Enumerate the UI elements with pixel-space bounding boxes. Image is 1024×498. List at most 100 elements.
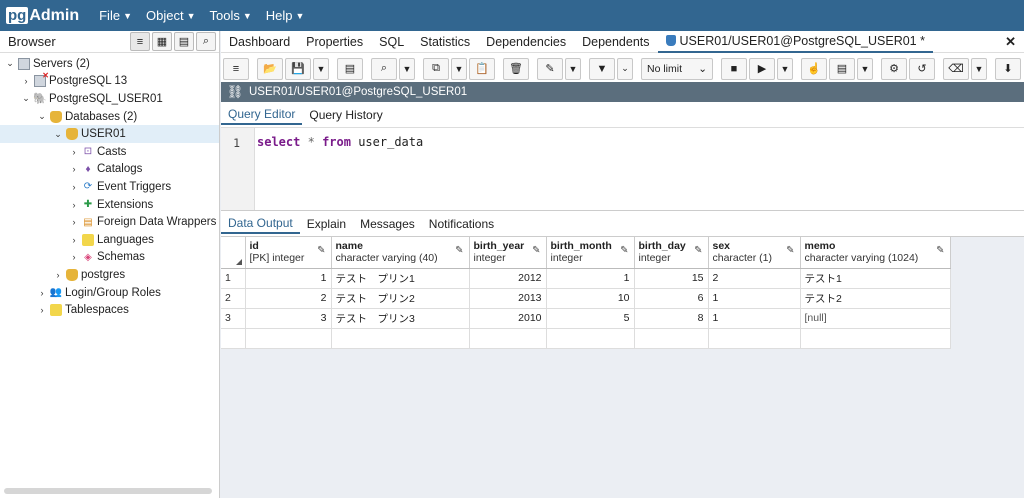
cell-birth-day[interactable]: 8 (634, 308, 709, 329)
cell-id[interactable]: 3 (245, 308, 332, 329)
tree-node-login-roles[interactable]: › 👥 Login/Group Roles (0, 284, 219, 302)
tab-dashboard[interactable]: Dashboard (221, 31, 298, 53)
tree-node-event-triggers[interactable]: › ⟳ Event Triggers (0, 178, 219, 196)
chevron-right-icon[interactable]: › (68, 235, 80, 245)
cell-birth-month[interactable]: 10 (546, 288, 635, 309)
tab-data-output[interactable]: Data Output (221, 213, 300, 234)
tab-query-editor[interactable]: Query Editor (221, 104, 303, 125)
close-icon[interactable]: ✕ (1005, 34, 1016, 50)
save-dropdown[interactable]: ▼ (313, 57, 329, 80)
chevron-down-icon[interactable]: ⌄ (36, 111, 48, 122)
cell-sex[interactable]: 1 (708, 288, 801, 309)
search-objects-button[interactable]: ⌕ (196, 32, 216, 51)
clear-button[interactable]: ⌫ (943, 57, 969, 80)
cell-sex[interactable]: 1 (708, 308, 801, 329)
cell-id[interactable]: 1 (245, 268, 332, 289)
empty-cell[interactable] (469, 328, 547, 349)
cell-memo[interactable]: テスト1 (800, 268, 951, 289)
tab-query-tool[interactable]: USER01/USER01@PostgreSQL_USER01 * (657, 31, 933, 53)
rollback-button[interactable]: ↺ (909, 57, 935, 80)
edit-grid-button[interactable]: ▤ (337, 57, 363, 80)
cell-birth-year[interactable]: 2013 (469, 288, 547, 309)
chevron-right-icon[interactable]: › (68, 252, 80, 262)
column-header-birth-month[interactable]: birth_month integer ✎ (546, 237, 635, 269)
query-tool-button[interactable]: ≡ (130, 32, 150, 51)
tree-node-postgres[interactable]: › postgres (0, 266, 219, 284)
tree-node-postgresql-user01[interactable]: ⌄ 🐘 PostgreSQL_USER01 (0, 90, 219, 108)
chevron-right-icon[interactable]: › (20, 76, 32, 86)
find-button[interactable]: ⌕ (371, 57, 397, 80)
explain-analyze-button[interactable]: ▤ (829, 57, 855, 80)
tree-node-schemas[interactable]: › ◈ Schemas (0, 249, 219, 267)
cell-birth-year[interactable]: 2012 (469, 268, 547, 289)
tree-node-extensions[interactable]: › ✚ Extensions (0, 196, 219, 214)
chevron-right-icon[interactable]: › (52, 270, 64, 280)
chevron-right-icon[interactable]: › (68, 217, 80, 227)
cell-id[interactable]: 2 (245, 288, 332, 309)
cell-sex[interactable]: 2 (708, 268, 801, 289)
empty-cell[interactable] (708, 328, 801, 349)
chevron-right-icon[interactable]: › (36, 305, 48, 315)
tree-node-casts[interactable]: › ⊡ Casts (0, 143, 219, 161)
chevron-right-icon[interactable]: › (68, 147, 80, 157)
empty-cell[interactable] (634, 328, 709, 349)
sql-code[interactable]: select * from user_data (255, 128, 423, 210)
delete-button[interactable]: 🗑 (503, 57, 529, 80)
cell-name[interactable]: テスト プリン2 (331, 288, 470, 309)
chevron-right-icon[interactable]: › (68, 182, 80, 192)
tab-statistics[interactable]: Statistics (412, 31, 478, 53)
save-button[interactable]: 💾 (285, 57, 311, 80)
select-all-corner[interactable] (221, 237, 246, 269)
tree-node-fdw[interactable]: › ▤ Foreign Data Wrappers (0, 213, 219, 231)
tree-node-user01[interactable]: ⌄ USER01 (0, 125, 219, 143)
cell-birth-month[interactable]: 5 (546, 308, 635, 329)
tab-dependencies[interactable]: Dependencies (478, 31, 574, 53)
empty-cell[interactable] (800, 328, 951, 349)
cell-name[interactable]: テスト プリン3 (331, 308, 470, 329)
column-header-id[interactable]: id [PK] integer ✎ (245, 237, 332, 269)
execute-button[interactable]: ▶ (749, 57, 775, 80)
row-limit-select[interactable]: No limit ⌄ (641, 57, 713, 80)
sql-editor[interactable]: 1 select * from user_data (221, 127, 1024, 211)
tab-notifications[interactable]: Notifications (422, 213, 501, 234)
explain-dropdown[interactable]: ▼ (857, 57, 873, 80)
download-button[interactable]: ⬇ (995, 57, 1021, 80)
copy-button[interactable]: ⧉ (423, 57, 449, 80)
tab-query-history[interactable]: Query History (302, 104, 389, 125)
find-dropdown[interactable]: ▼ (399, 57, 415, 80)
column-header-memo[interactable]: memo character varying (1024) ✎ (800, 237, 951, 269)
column-header-birth-year[interactable]: birth_year integer ✎ (469, 237, 547, 269)
chevron-right-icon[interactable]: › (68, 200, 80, 210)
cell-birth-day[interactable]: 6 (634, 288, 709, 309)
row-number[interactable]: 1 (221, 268, 246, 289)
tab-dependents[interactable]: Dependents (574, 31, 657, 53)
empty-cell[interactable] (221, 328, 246, 349)
tab-properties[interactable]: Properties (298, 31, 371, 53)
column-header-name[interactable]: name character varying (40) ✎ (331, 237, 470, 269)
paste-button[interactable]: 📋 (469, 57, 495, 80)
chevron-right-icon[interactable]: › (68, 164, 80, 174)
stop-button[interactable]: ■ (721, 57, 747, 80)
menu-tools[interactable]: Tools ▼ (209, 8, 251, 23)
tab-sql[interactable]: SQL (371, 31, 412, 53)
chevron-down-icon[interactable]: ⌄ (20, 93, 32, 104)
explain-button[interactable]: ☝ (801, 57, 827, 80)
execute-dropdown[interactable]: ▼ (777, 57, 793, 80)
chevron-down-icon[interactable]: ⌄ (4, 58, 16, 69)
chevron-right-icon[interactable]: › (36, 288, 48, 298)
cell-memo[interactable]: テスト2 (800, 288, 951, 309)
cell-memo[interactable]: [null] (800, 308, 951, 329)
tree-node-servers[interactable]: ⌄ Servers (2) (0, 55, 219, 73)
pgadmin-logo[interactable]: pg Admin (6, 7, 79, 25)
column-header-birth-day[interactable]: birth_day integer ✎ (634, 237, 709, 269)
filtered-rows-button[interactable]: ▤ (174, 32, 194, 51)
cell-birth-month[interactable]: 1 (546, 268, 635, 289)
column-header-sex[interactable]: sex character (1) ✎ (708, 237, 801, 269)
menu-object[interactable]: Object ▼ (146, 8, 196, 23)
empty-cell[interactable] (546, 328, 635, 349)
link-icon[interactable]: ⛓ (221, 84, 249, 100)
menu-help[interactable]: Help ▼ (266, 8, 305, 23)
empty-cell[interactable] (331, 328, 470, 349)
menu-file[interactable]: File ▼ (99, 8, 132, 23)
tab-messages[interactable]: Messages (353, 213, 422, 234)
